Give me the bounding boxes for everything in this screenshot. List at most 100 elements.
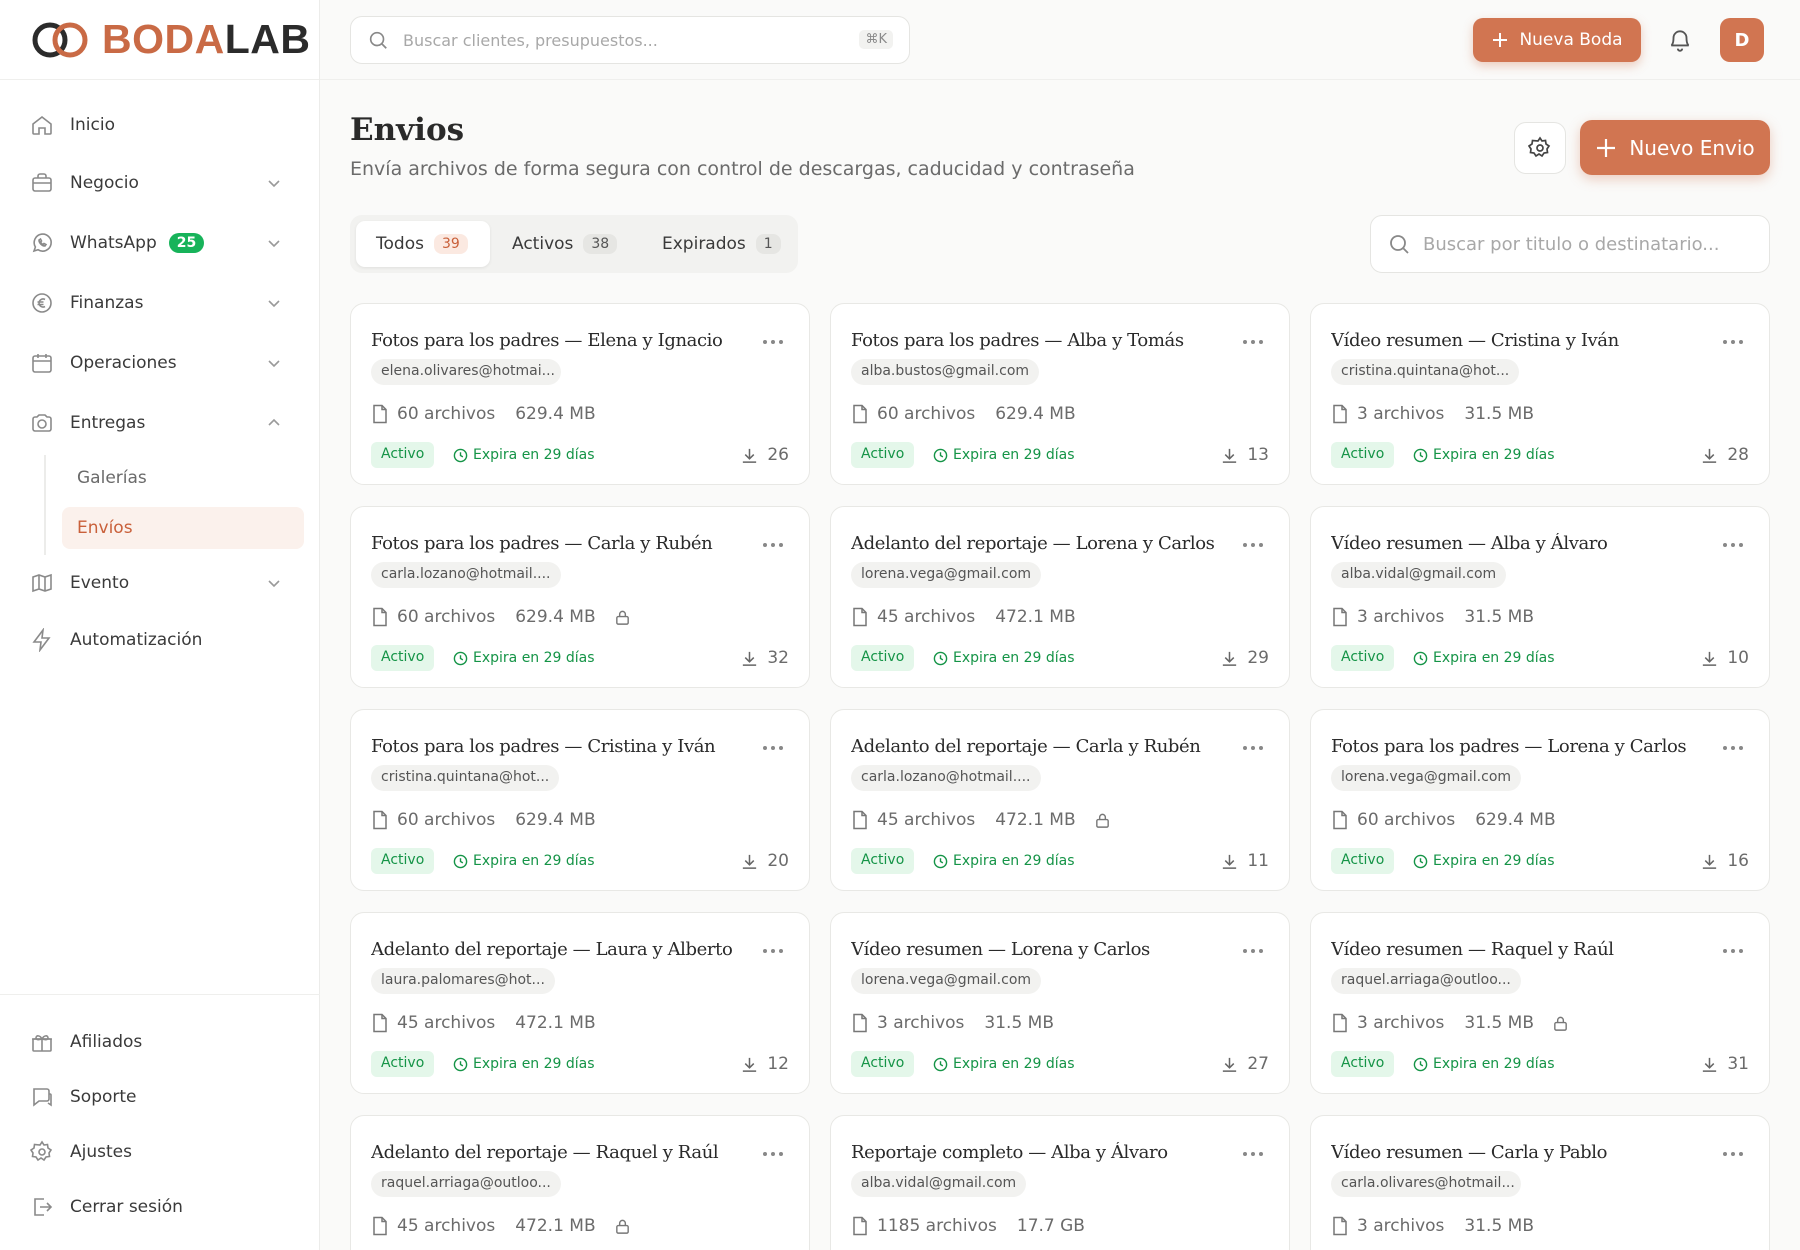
file-icon: [1333, 404, 1347, 424]
envio-card[interactable]: Vídeo resumen — Alba y Álvaro alba.vidal@…: [1310, 506, 1770, 688]
tab-expirados[interactable]: Expirados 1: [642, 221, 792, 267]
recipient-email: alba.vidal@gmail.com: [1331, 562, 1507, 588]
download-count-value: 10: [1727, 648, 1749, 668]
sidebar-item-label: Operaciones: [70, 353, 177, 373]
download-icon: [1223, 1057, 1237, 1072]
settings-button[interactable]: [1514, 122, 1566, 174]
more-options-icon[interactable]: [1239, 1142, 1267, 1162]
bell-icon[interactable]: [1667, 27, 1693, 53]
file-icon: [373, 810, 387, 830]
more-options-icon[interactable]: [1239, 330, 1267, 350]
more-options-icon[interactable]: [1239, 939, 1267, 959]
envio-card[interactable]: Fotos para los padres — Elena y Ignacio e…: [350, 303, 810, 485]
sidebar-item-negocio[interactable]: Negocio: [30, 163, 290, 203]
expiry-info: Expira en 29 días: [1413, 848, 1555, 874]
expiry-text: Expira en 29 días: [1433, 1056, 1555, 1072]
more-options-icon[interactable]: [1719, 939, 1747, 959]
more-options-icon[interactable]: [1719, 1142, 1747, 1162]
sidebar-item-afiliados[interactable]: Afiliados: [30, 1022, 290, 1062]
sidebar-subitem-galerias[interactable]: Galerías: [62, 457, 304, 499]
recipient-email: lorena.vega@gmail.com: [851, 968, 1041, 994]
envios-search[interactable]: [1370, 215, 1770, 273]
sidebar: BODALAB Inicio Negocio WhatsApp 25 Finan…: [0, 0, 320, 1250]
sidebar-item-label: Cerrar sesión: [70, 1197, 183, 1217]
file-size: 31.5 MB: [1464, 1013, 1535, 1033]
sidebar-item-ajustes[interactable]: Ajustes: [30, 1132, 290, 1172]
file-size: 629.4 MB: [515, 607, 596, 627]
download-count: 27: [1220, 1051, 1269, 1077]
envio-card[interactable]: Fotos para los padres — Carla y Rubén car…: [350, 506, 810, 688]
envio-card[interactable]: Vídeo resumen — Raquel y Raúl raquel.arri…: [1310, 912, 1770, 1094]
envio-card[interactable]: Vídeo resumen — Cristina y Iván cristina.…: [1310, 303, 1770, 485]
expiry-info: Expira en 29 días: [1413, 1051, 1555, 1077]
sidebar-item-label: Ajustes: [70, 1142, 132, 1162]
sidebar-item-finanzas[interactable]: Finanzas: [30, 283, 290, 323]
status-badge: Activo: [851, 1051, 915, 1077]
new-envio-button[interactable]: Nuevo Envio: [1580, 120, 1770, 175]
sidebar-item-soporte[interactable]: Soporte: [30, 1077, 290, 1117]
recipient-email: lorena.vega@gmail.com: [851, 562, 1041, 588]
status-badge: Activo: [1331, 848, 1395, 874]
clock-icon: [933, 1057, 948, 1071]
tab-todos[interactable]: Todos 39: [356, 221, 490, 267]
envio-card[interactable]: Fotos para los padres — Cristina y Iván c…: [350, 709, 810, 891]
tab-activos[interactable]: Activos 38: [492, 221, 638, 267]
envio-card[interactable]: Adelanto del reportaje — Raquel y Raúl ra…: [350, 1115, 810, 1250]
file-count: 3 archivos: [1357, 607, 1445, 627]
lock-icon: [1554, 1016, 1567, 1031]
file-size: 472.1 MB: [515, 1216, 596, 1236]
sidebar-item-inicio[interactable]: Inicio: [30, 105, 290, 145]
more-options-icon[interactable]: [759, 533, 787, 553]
envio-title: Fotos para los padres — Alba y Tomás: [851, 330, 1184, 351]
sidebar-item-entregas[interactable]: Entregas: [30, 403, 290, 443]
expiry-text: Expira en 29 días: [1433, 447, 1555, 463]
new-wedding-button[interactable]: Nueva Boda: [1473, 18, 1641, 62]
download-icon: [743, 854, 757, 869]
file-meta: 3 archivos 31.5 MB: [1331, 402, 1534, 426]
sidebar-item-operaciones[interactable]: Operaciones: [30, 343, 290, 383]
logo-rings-icon: [32, 22, 88, 57]
more-options-icon[interactable]: [1239, 533, 1267, 553]
envio-title: Vídeo resumen — Alba y Álvaro: [1331, 533, 1608, 554]
file-count: 3 archivos: [1357, 1013, 1445, 1033]
sidebar-item-automatizacion[interactable]: Automatización: [30, 620, 290, 660]
more-options-icon[interactable]: [1719, 533, 1747, 553]
sidebar-item-cerrar-sesion[interactable]: Cerrar sesión: [30, 1187, 290, 1227]
sidebar-subitem-envios[interactable]: Envíos: [62, 507, 304, 549]
sidebar-item-whatsapp[interactable]: WhatsApp 25: [30, 223, 290, 263]
more-options-icon[interactable]: [759, 736, 787, 756]
more-options-icon[interactable]: [759, 330, 787, 350]
file-size: 31.5 MB: [1464, 607, 1535, 627]
sidebar-item-label: Afiliados: [70, 1032, 143, 1052]
more-options-icon[interactable]: [1239, 736, 1267, 756]
envio-card[interactable]: Vídeo resumen — Lorena y Carlos lorena.ve…: [830, 912, 1290, 1094]
more-options-icon[interactable]: [759, 1142, 787, 1162]
status-badge: Activo: [371, 442, 435, 468]
more-options-icon[interactable]: [1719, 330, 1747, 350]
logo[interactable]: BODALAB: [0, 0, 319, 80]
envio-card[interactable]: Fotos para los padres — Lorena y Carlos l…: [1310, 709, 1770, 891]
user-avatar[interactable]: D: [1720, 18, 1764, 62]
map-icon: [32, 573, 52, 593]
file-meta: 3 archivos 31.5 MB: [1331, 1214, 1534, 1238]
search-icon: [1390, 235, 1409, 254]
envio-card[interactable]: Fotos para los padres — Alba y Tomás alba…: [830, 303, 1290, 485]
file-count: 60 archivos: [1357, 810, 1456, 830]
envios-search-input[interactable]: [1423, 233, 1743, 255]
envio-card[interactable]: Reportaje completo — Alba y Álvaro alba.v…: [830, 1115, 1290, 1250]
expiry-info: Expira en 29 días: [453, 1051, 595, 1077]
file-icon: [853, 1216, 867, 1236]
envio-card[interactable]: Adelanto del reportaje — Carla y Rubén ca…: [830, 709, 1290, 891]
envio-card[interactable]: Adelanto del reportaje — Laura y Alberto…: [350, 912, 810, 1094]
global-search[interactable]: ⌘K: [350, 16, 910, 64]
envio-card[interactable]: Adelanto del reportaje — Lorena y Carlos…: [830, 506, 1290, 688]
file-meta: 60 archivos 629.4 MB: [1331, 808, 1556, 832]
more-options-icon[interactable]: [1719, 736, 1747, 756]
global-search-input[interactable]: [403, 30, 833, 50]
recipient-email: carla.olivares@hotmail...: [1331, 1171, 1521, 1197]
tab-count: 39: [433, 234, 468, 254]
envio-card[interactable]: Vídeo resumen — Carla y Pablo carla.oliva…: [1310, 1115, 1770, 1250]
more-options-icon[interactable]: [759, 939, 787, 959]
sidebar-item-evento[interactable]: Evento: [30, 563, 290, 603]
download-icon: [1223, 854, 1237, 869]
